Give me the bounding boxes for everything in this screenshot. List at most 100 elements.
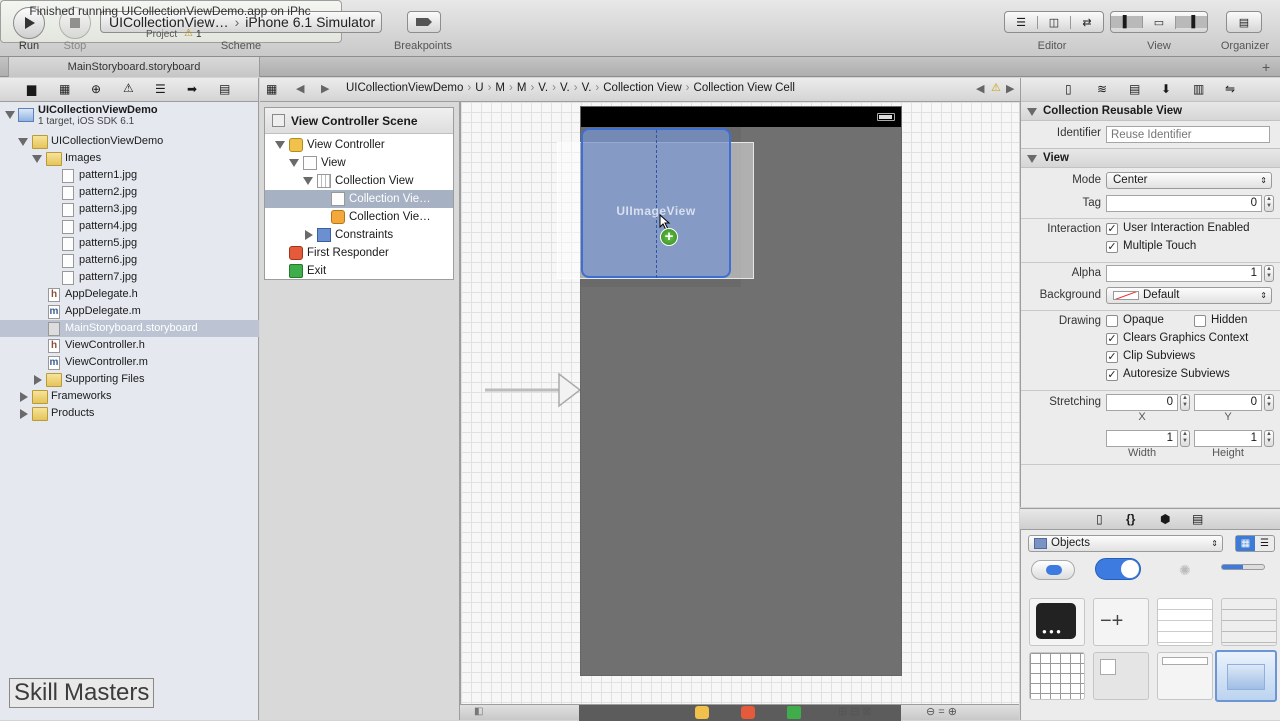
list-item-images[interactable]: Images: [0, 150, 259, 167]
version-editor-icon[interactable]: ⇄: [1071, 16, 1103, 29]
search-navigator-icon[interactable]: ⊕: [91, 82, 101, 96]
library-filter-popup[interactable]: Objects ⇕: [1028, 535, 1223, 552]
list-item[interactable]: m ViewController.m: [0, 354, 259, 371]
media-library-icon[interactable]: ▤: [1192, 512, 1203, 526]
issue-navigator-icon[interactable]: ⚠: [123, 81, 134, 95]
debug-toggle-icon[interactable]: ▭: [1143, 15, 1176, 29]
tab-mainstoryboard[interactable]: MainStoryboard.storyboard: [8, 57, 260, 77]
disclosure-triangle-icon[interactable]: [275, 141, 285, 149]
stretch-x-field[interactable]: 0: [1106, 394, 1178, 411]
outline-item-constraints[interactable]: Constraints: [265, 226, 453, 244]
opaque-checkbox[interactable]: [1106, 315, 1118, 327]
file-inspector-icon[interactable]: ▯: [1065, 82, 1072, 96]
breadcrumb-item-scene[interactable]: M: [517, 82, 527, 94]
dock-exit-icon[interactable]: [787, 706, 801, 719]
disclosure-triangle-icon[interactable]: [32, 155, 42, 163]
list-item-products[interactable]: Products: [0, 405, 259, 422]
library-item-page-control[interactable]: ● ● ●: [1029, 598, 1085, 646]
outline-item-collection-view[interactable]: Collection View: [265, 172, 453, 190]
clip-subviews-checkbox[interactable]: ✓: [1106, 351, 1118, 363]
outline-item-collection-view-cell-selected[interactable]: Collection Vie…: [265, 190, 453, 208]
breadcrumb-item-project[interactable]: UICollectionViewDemo: [346, 82, 463, 94]
disclosure-triangle-icon[interactable]: [305, 230, 313, 240]
connections-inspector-icon[interactable]: ⇋: [1225, 82, 1235, 96]
object-library-icon[interactable]: ⬢: [1160, 512, 1170, 526]
library-item-image-view[interactable]: [1215, 650, 1277, 702]
breakpoints-button[interactable]: [407, 11, 441, 33]
disclosure-triangle-icon[interactable]: [1027, 155, 1037, 163]
layout-buttons-icon[interactable]: ⊞ ⊟ ⊠: [838, 705, 872, 718]
list-item[interactable]: pattern5.jpg: [0, 235, 259, 252]
outline-item-exit[interactable]: Exit: [265, 262, 453, 280]
warning-icon[interactable]: ⚠: [184, 28, 193, 39]
user-interaction-checkbox[interactable]: ✓: [1106, 223, 1118, 235]
library-item-collection-view[interactable]: [1029, 652, 1085, 700]
breadcrumb-item-file[interactable]: M: [495, 82, 505, 94]
disclosure-triangle-icon[interactable]: [18, 138, 28, 146]
outline-item-view[interactable]: View: [265, 154, 453, 172]
stretch-y-field[interactable]: 0: [1194, 394, 1262, 411]
section-view[interactable]: View: [1021, 148, 1280, 168]
list-view-icon[interactable]: ☰: [1255, 536, 1274, 551]
standard-editor-icon[interactable]: ☰: [1005, 15, 1038, 29]
stretch-width-stepper[interactable]: ▲ ▼: [1180, 430, 1190, 447]
list-item[interactable]: h ViewController.h: [0, 337, 259, 354]
library-item-stepper[interactable]: −+: [1093, 598, 1149, 646]
breadcrumb-item-view[interactable]: V.: [582, 82, 592, 94]
back-arrow-icon[interactable]: ◀: [296, 82, 304, 95]
list-item[interactable]: h AppDelegate.h: [0, 286, 259, 303]
outline-item-first-responder[interactable]: First Responder: [265, 244, 453, 262]
disclosure-triangle-icon[interactable]: [289, 159, 299, 167]
project-row[interactable]: UICollectionViewDemo 1 target, iOS SDK 6…: [0, 102, 259, 130]
breadcrumb-item-vc[interactable]: V.: [538, 82, 548, 94]
symbol-navigator-icon[interactable]: ▦: [59, 82, 70, 96]
library-item-switch[interactable]: [1031, 560, 1075, 580]
dragged-image-view[interactable]: UIImageView: [581, 128, 731, 278]
add-tab-icon[interactable]: +: [1262, 59, 1270, 75]
file-template-library-icon[interactable]: ▯: [1096, 512, 1103, 526]
breadcrumb-item-folder[interactable]: U: [475, 82, 483, 94]
outline-item-view-controller[interactable]: View Controller: [265, 136, 453, 154]
clears-graphics-checkbox[interactable]: ✓: [1106, 333, 1118, 345]
library-item-table-view[interactable]: [1157, 598, 1213, 646]
list-item[interactable]: pattern7.jpg: [0, 269, 259, 286]
related-items-icon[interactable]: ▦: [266, 82, 277, 96]
stretch-y-stepper[interactable]: ▲ ▼: [1264, 394, 1274, 411]
log-navigator-icon[interactable]: ▤: [219, 82, 230, 96]
organizer-button[interactable]: ▤: [1226, 11, 1262, 33]
alpha-field[interactable]: 1: [1106, 265, 1262, 282]
list-item[interactable]: pattern2.jpg: [0, 184, 259, 201]
section-reusable-view[interactable]: Collection Reusable View: [1021, 101, 1280, 121]
forward-arrow-icon[interactable]: ▶: [321, 82, 329, 95]
view-segmented-control[interactable]: ▌ ▭ ▐: [1110, 11, 1208, 33]
dock-first-responder-icon[interactable]: [741, 706, 755, 719]
editor-segmented-control[interactable]: ☰ ◫ ⇄: [1004, 11, 1104, 33]
issue-warning-icon[interactable]: ⚠: [991, 81, 1001, 94]
dock-view-controller-icon[interactable]: [695, 706, 709, 719]
stretch-width-field[interactable]: 1: [1106, 430, 1178, 447]
list-item[interactable]: pattern6.jpg: [0, 252, 259, 269]
disclosure-triangle-icon[interactable]: [20, 392, 28, 402]
autoresize-checkbox[interactable]: ✓: [1106, 369, 1118, 381]
list-item[interactable]: pattern1.jpg: [0, 167, 259, 184]
utilities-toggle-icon[interactable]: ▐: [1175, 16, 1207, 28]
attributes-inspector-icon[interactable]: ⬇: [1161, 82, 1171, 96]
disclosure-triangle-icon[interactable]: [20, 409, 28, 419]
outline-item-collection-view-layout[interactable]: Collection Vie…: [265, 208, 453, 226]
library-view-toggle[interactable]: ▦ ☰: [1235, 535, 1275, 552]
tag-field[interactable]: 0: [1106, 195, 1262, 212]
list-item[interactable]: pattern4.jpg: [0, 218, 259, 235]
code-snippet-library-icon[interactable]: {}: [1126, 512, 1135, 526]
project-navigator-icon[interactable]: ▆: [27, 82, 36, 96]
list-item[interactable]: m AppDelegate.m: [0, 303, 259, 320]
assistant-editor-icon[interactable]: ◫: [1038, 15, 1071, 29]
navigator-toggle-icon[interactable]: ▌: [1111, 16, 1144, 28]
tag-stepper[interactable]: ▲ ▼: [1264, 195, 1274, 212]
list-item-supporting[interactable]: Supporting Files: [0, 371, 259, 388]
stretch-height-stepper[interactable]: ▲ ▼: [1264, 430, 1274, 447]
multiple-touch-checkbox[interactable]: ✓: [1106, 241, 1118, 253]
debug-navigator-icon[interactable]: ☰: [155, 82, 166, 96]
hidden-checkbox[interactable]: [1194, 315, 1206, 327]
list-item-group[interactable]: UICollectionViewDemo: [0, 133, 259, 150]
disclosure-triangle-icon[interactable]: [5, 111, 15, 119]
